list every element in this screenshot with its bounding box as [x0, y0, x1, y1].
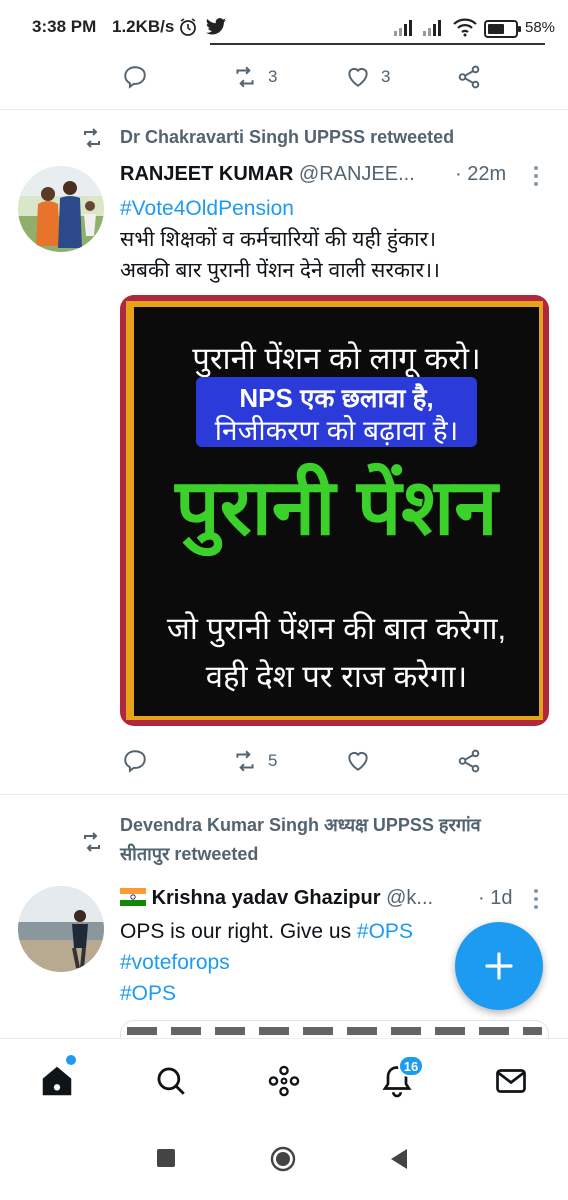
hashtag-link[interactable]: #OPS — [120, 978, 413, 1009]
share-button[interactable] — [456, 57, 482, 97]
retweeted-by-label[interactable]: Dr Chakravarti Singh UPPSS retweeted — [120, 123, 454, 152]
retweeted-by-line: Devendra Kumar Singh अध्यक्ष UPPSS हरगां… — [120, 815, 481, 835]
tweet-author[interactable]: RANJEET KUMAR @RANJEE... — [120, 163, 415, 186]
tweet-time: · 1d — [478, 887, 512, 910]
nav-messages[interactable] — [486, 1059, 536, 1103]
home-button-icon[interactable] — [270, 1146, 296, 1172]
retweet-icon — [84, 832, 100, 852]
author-name: Krishna yadav Ghazipur — [151, 887, 381, 909]
signal-icon — [394, 20, 412, 36]
bottom-navigation: 16 — [0, 1038, 568, 1124]
recents-icon[interactable] — [156, 1148, 176, 1168]
alarm-icon — [180, 18, 196, 36]
home-icon — [42, 1066, 72, 1096]
reply-icon — [124, 750, 146, 773]
system-navigation-bar — [0, 1124, 568, 1200]
share-icon — [458, 749, 480, 773]
share-button[interactable] — [456, 741, 482, 781]
poster-headline: पुरानी पेंशन — [175, 463, 498, 551]
more-options-icon[interactable] — [533, 889, 539, 913]
tweet-divider — [0, 794, 568, 795]
tweet-time-label: · 22m — [455, 163, 507, 185]
tweet-author[interactable]: Krishna yadav Ghazipur @k... — [120, 887, 433, 910]
search-icon — [157, 1067, 185, 1095]
spaces-icon — [268, 1065, 300, 1097]
tweet-text-plain: OPS is our right. Give us — [120, 920, 357, 943]
reply-button[interactable] — [122, 57, 148, 97]
reply-icon — [124, 66, 146, 89]
tweet-time: · 22m — [455, 163, 506, 186]
poster-text: निजीकरण को बढ़ावा है। — [214, 415, 459, 446]
nav-spaces[interactable] — [259, 1059, 309, 1103]
retweeted-by-label[interactable]: Devendra Kumar Singh अध्यक्ष UPPSS हरगां… — [120, 811, 481, 869]
poster-background: पुरानी पेंशन को लागू करो। NPS एक छलावा ह… — [134, 307, 539, 716]
compose-tweet-button[interactable] — [455, 922, 543, 1010]
plus-icon — [485, 952, 513, 980]
tweet-text: #Vote4OldPension सभी शिक्षकों व कर्मचारि… — [120, 193, 440, 286]
share-icon — [458, 65, 480, 89]
battery-percent: 58% — [525, 19, 556, 36]
avatar-photo — [18, 166, 104, 252]
tweet-divider — [0, 109, 568, 110]
hashtag-link[interactable]: #voteforops — [120, 947, 413, 978]
tweet-text: OPS is our right. Give us #OPS #voteforo… — [120, 916, 413, 1009]
heart-icon — [348, 67, 368, 87]
like-button[interactable] — [345, 741, 371, 781]
india-flag-icon — [120, 888, 146, 906]
nav-search[interactable] — [146, 1059, 196, 1103]
heart-icon — [348, 751, 368, 771]
nav-home[interactable] — [32, 1059, 82, 1103]
avatar-photo — [18, 886, 104, 972]
reply-button[interactable] — [122, 741, 148, 781]
media-preview-strip — [127, 1027, 542, 1035]
retweet-icon — [236, 750, 254, 772]
tweet-time-label: · 1d — [478, 887, 513, 909]
status-network-speed: 1.2KB/s — [112, 17, 175, 36]
tweet-actions: 5 — [0, 741, 568, 781]
retweet-icon — [84, 128, 100, 148]
avatar[interactable] — [18, 886, 104, 972]
tweet-actions: 3 3 — [0, 57, 568, 97]
back-icon[interactable] — [389, 1148, 409, 1170]
author-name: RANJEET KUMAR — [120, 163, 294, 185]
retweet-button[interactable]: 3 — [232, 57, 277, 97]
like-button[interactable]: 3 — [345, 57, 390, 97]
poster-text: वही देश पर राज करेगा। — [205, 659, 468, 694]
twitter-icon — [205, 18, 227, 35]
more-options-icon[interactable] — [533, 166, 539, 190]
poster-text: NPS एक छलावा है, — [239, 383, 434, 413]
notification-count-badge: 16 — [398, 1055, 424, 1077]
status-bar: 3:38 PM 1.2KB/s 58% — [0, 0, 568, 56]
retweet-button[interactable]: 5 — [232, 741, 277, 781]
retweeted-by-line: सीतापुर retweeted — [120, 844, 259, 864]
signal-icon — [423, 20, 441, 36]
poster-text: पुरानी पेंशन को लागू करो। — [192, 341, 481, 376]
like-count: 3 — [381, 67, 391, 86]
author-handle: @RANJEE... — [298, 163, 415, 185]
hashtag-link[interactable]: #OPS — [357, 920, 413, 943]
battery-icon — [484, 20, 521, 38]
status-time: 3:38 PM — [32, 17, 97, 36]
previous-media-edge — [210, 43, 545, 45]
author-handle: @k... — [386, 887, 434, 909]
tweet-text-line: सभी शिक्षकों व कर्मचारियों की यही हुंकार… — [120, 228, 437, 251]
retweet-count: 5 — [268, 751, 278, 770]
tweet-media-image[interactable] — [120, 1020, 549, 1040]
hashtag-link[interactable]: #Vote4OldPension — [120, 193, 440, 224]
retweet-count: 3 — [268, 67, 278, 86]
home-new-indicator — [66, 1055, 76, 1065]
retweet-icon — [236, 66, 254, 88]
wifi-icon — [453, 18, 477, 37]
avatar[interactable] — [18, 166, 104, 252]
poster-text: जो पुरानी पेंशन की बात करेगा, — [166, 611, 507, 646]
tweet-media-image[interactable]: पुरानी पेंशन को लागू करो। NPS एक छलावा ह… — [120, 295, 549, 726]
tweet-text-line: अबकी बार पुरानी पेंशन देने वाली सरकार।। — [120, 259, 440, 282]
messages-icon — [496, 1069, 526, 1093]
